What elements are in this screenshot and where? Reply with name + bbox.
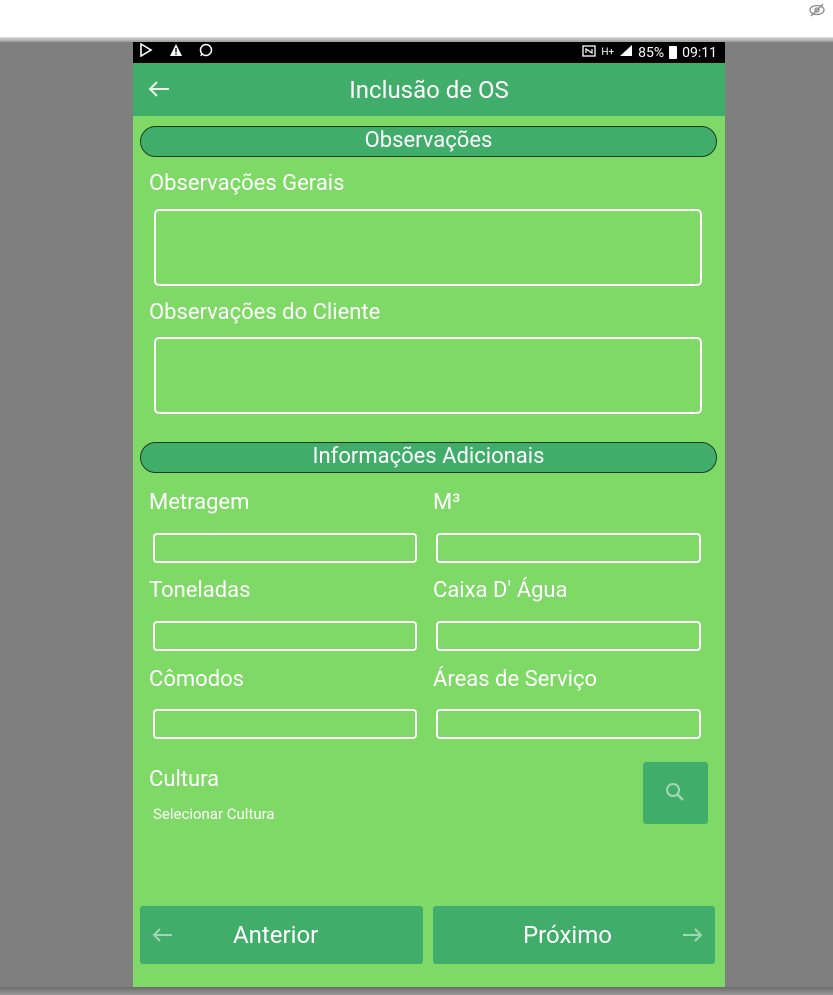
status-right-icons: H+ 85% 09:11 xyxy=(582,43,717,62)
status-left-icons xyxy=(139,42,213,63)
page-title: Inclusão de OS xyxy=(349,76,509,104)
signal-icon xyxy=(619,44,633,61)
phone-screen: H+ 85% 09:11 Inclusão de OS Observações … xyxy=(133,42,725,987)
app-bar: Inclusão de OS xyxy=(133,63,725,116)
warning-icon xyxy=(169,43,183,63)
cultura-label: Cultura xyxy=(149,767,220,792)
visibility-off-icon[interactable] xyxy=(807,2,827,18)
m3-input[interactable] xyxy=(436,533,701,563)
previous-button[interactable]: Anterior xyxy=(140,906,423,964)
next-label: Próximo xyxy=(523,921,612,949)
play-store-icon xyxy=(139,42,153,63)
browser-chrome-bar xyxy=(0,0,833,38)
arrow-right-icon xyxy=(679,922,705,948)
clock: 09:11 xyxy=(682,44,717,61)
previous-label: Anterior xyxy=(233,921,319,949)
comodos-label: Cômodos xyxy=(149,667,245,692)
battery-percent: 85% xyxy=(638,44,665,61)
caixa-agua-input[interactable] xyxy=(436,621,701,651)
section-header-observacoes: Observações xyxy=(140,126,717,157)
nfc-icon xyxy=(582,44,596,61)
obs-gerais-label: Observações Gerais xyxy=(149,171,345,196)
areas-servico-label: Áreas de Serviço xyxy=(433,667,598,692)
search-icon xyxy=(666,783,684,801)
bottom-strip xyxy=(0,987,833,995)
whatsapp-icon xyxy=(199,43,213,63)
next-button[interactable]: Próximo xyxy=(433,906,715,964)
obs-cliente-label: Observações do Cliente xyxy=(149,300,381,325)
caixa-agua-label: Caixa D' Água xyxy=(433,578,568,603)
cultura-select[interactable]: Selecionar Cultura xyxy=(153,804,275,824)
battery-icon xyxy=(669,46,678,59)
status-bar: H+ 85% 09:11 xyxy=(133,42,725,63)
obs-cliente-textarea[interactable] xyxy=(154,337,702,414)
comodos-input[interactable] xyxy=(153,709,417,739)
metragem-label: Metragem xyxy=(149,490,250,515)
search-cultura-button[interactable] xyxy=(643,762,708,824)
section-header-informacoes: Informações Adicionais xyxy=(140,442,717,473)
toneladas-label: Toneladas xyxy=(149,578,251,603)
metragem-input[interactable] xyxy=(153,533,417,563)
obs-gerais-textarea[interactable] xyxy=(154,209,702,286)
arrow-left-icon xyxy=(150,922,176,948)
areas-servico-input[interactable] xyxy=(436,709,701,739)
m3-label: M³ xyxy=(433,490,461,515)
hplus-icon: H+ xyxy=(601,46,615,58)
toneladas-input[interactable] xyxy=(153,621,417,651)
